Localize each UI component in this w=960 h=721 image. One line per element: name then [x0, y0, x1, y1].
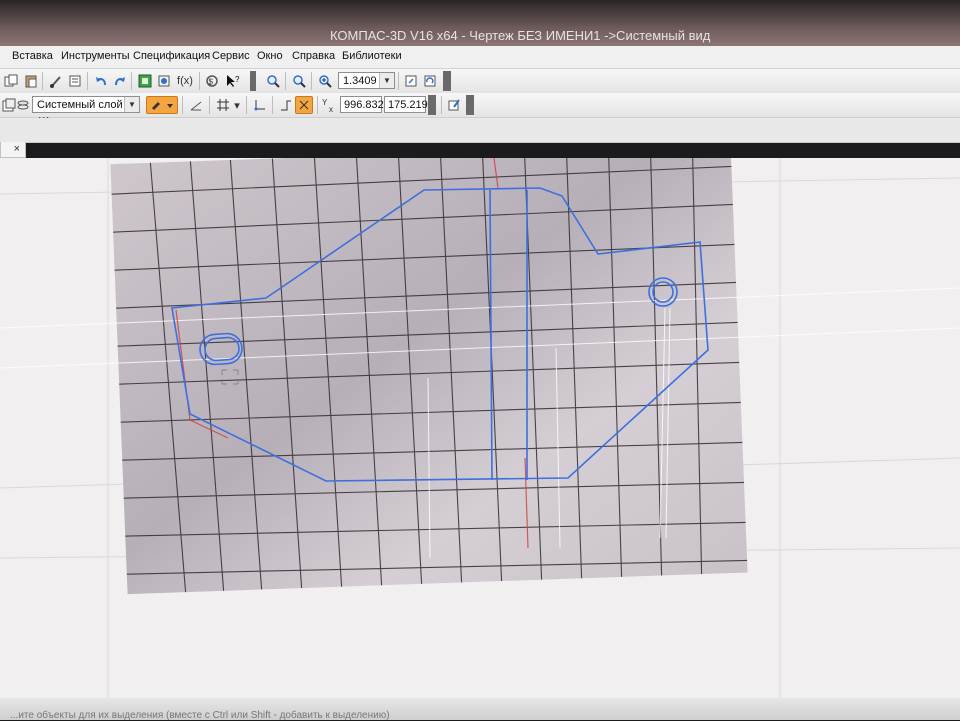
- coord-x-value: 996.832: [344, 99, 384, 111]
- local-cs-icon[interactable]: [251, 96, 269, 114]
- menu-service[interactable]: Сервис: [212, 50, 250, 62]
- paste-icon[interactable]: [22, 72, 40, 90]
- zoom-scale-select[interactable]: 1.3409 ▼: [338, 72, 395, 89]
- drawing-svg: [0, 158, 960, 698]
- copy-icon[interactable]: [2, 72, 20, 90]
- properties-icon[interactable]: [66, 72, 84, 90]
- coord-x-field[interactable]: 996.832: [340, 96, 384, 113]
- toolbar-separator: [285, 72, 286, 90]
- chevron-down-icon[interactable]: ▾: [232, 96, 242, 114]
- style-color-button[interactable]: [146, 96, 178, 114]
- coord-y-field[interactable]: 175.219: [384, 96, 428, 113]
- toolbar-grip[interactable]: [250, 71, 256, 91]
- raster-image: [110, 158, 748, 595]
- chevron-down-icon[interactable]: ▼: [379, 73, 394, 88]
- current-state-toolbar: Системный слой (0) ▼ ▾ Yx 996.832 175.21…: [0, 93, 960, 128]
- ortho-icon[interactable]: [187, 96, 205, 114]
- undo-icon[interactable]: [92, 72, 110, 90]
- toolbar-separator: [317, 96, 318, 114]
- toolbar-separator: [131, 72, 132, 90]
- toolbar-grip[interactable]: [428, 95, 436, 115]
- svg-text:Y: Y: [322, 98, 328, 107]
- manager-icon[interactable]: [136, 72, 154, 90]
- toolbar-separator: [42, 72, 43, 90]
- status-hint: ...ите объекты для их выделения (вместе …: [10, 710, 390, 721]
- menu-window[interactable]: Окно: [257, 50, 283, 62]
- cursor-coords-icon: Yx: [320, 96, 338, 114]
- function-button[interactable]: f(x): [174, 72, 196, 90]
- chevron-down-icon[interactable]: ▼: [124, 97, 139, 112]
- document-tab-strip: [0, 118, 960, 143]
- layer-select[interactable]: Системный слой (0) ▼: [32, 96, 140, 128]
- refresh-icon[interactable]: [421, 72, 439, 90]
- svg-text:?: ?: [235, 75, 240, 84]
- title-bar: КОМПАС-3D V16 x64 - Чертеж БЕЗ ИМЕНИ1 ->…: [0, 0, 960, 46]
- zoom-scale-value: 1.3409: [343, 75, 377, 87]
- toolbar-separator: [246, 96, 247, 114]
- grid-icon[interactable]: [214, 96, 232, 114]
- coord-y-value: 175.219: [388, 99, 428, 111]
- document-tab[interactable]: ×: [0, 142, 26, 158]
- zoom-window-icon[interactable]: [290, 72, 308, 90]
- menu-bar: Вставка Инструменты Спецификация Сервис …: [0, 46, 960, 69]
- edit-tool-icon[interactable]: [445, 96, 463, 114]
- menu-specification[interactable]: Спецификация: [133, 50, 210, 62]
- brush-icon[interactable]: [47, 72, 65, 90]
- zoom-icon[interactable]: [264, 72, 282, 90]
- svg-text:$: $: [209, 78, 214, 87]
- redo-icon[interactable]: [111, 72, 129, 90]
- variables-icon[interactable]: [155, 72, 173, 90]
- menu-help[interactable]: Справка: [292, 50, 335, 62]
- zoom-in-icon[interactable]: [316, 72, 334, 90]
- window-title: КОМПАС-3D V16 x64 - Чертеж БЕЗ ИМЕНИ1 ->…: [330, 28, 711, 43]
- standard-toolbar: f(x) $ ? 1.3409 ▼: [0, 69, 960, 94]
- toolbar-separator: [87, 72, 88, 90]
- toolbar-separator: [272, 96, 273, 114]
- toolbar-separator: [182, 96, 183, 114]
- toolbar-separator: [398, 72, 399, 90]
- menu-libraries[interactable]: Библиотеки: [342, 50, 402, 62]
- snap-icon[interactable]: [277, 96, 295, 114]
- toolbar-separator: [311, 72, 312, 90]
- parametrization-icon[interactable]: $: [203, 72, 221, 90]
- menu-tools[interactable]: Инструменты: [61, 50, 130, 62]
- toolbar-separator: [441, 96, 442, 114]
- toolbar-separator: [209, 96, 210, 114]
- drawing-canvas[interactable]: [0, 158, 960, 698]
- pan-icon[interactable]: [402, 72, 420, 90]
- toolbar-grip[interactable]: [443, 71, 451, 91]
- help-cursor-icon[interactable]: ?: [224, 72, 242, 90]
- menu-insert[interactable]: Вставка: [12, 50, 53, 62]
- svg-text:x: x: [329, 105, 333, 113]
- snap-toggle-icon[interactable]: [295, 96, 313, 114]
- toolbar-separator: [199, 72, 200, 90]
- toolbar-grip[interactable]: [466, 95, 474, 115]
- close-icon[interactable]: ×: [14, 143, 20, 155]
- status-bar: ...ите объекты для их выделения (вместе …: [0, 698, 960, 721]
- layers-icon[interactable]: [14, 96, 32, 114]
